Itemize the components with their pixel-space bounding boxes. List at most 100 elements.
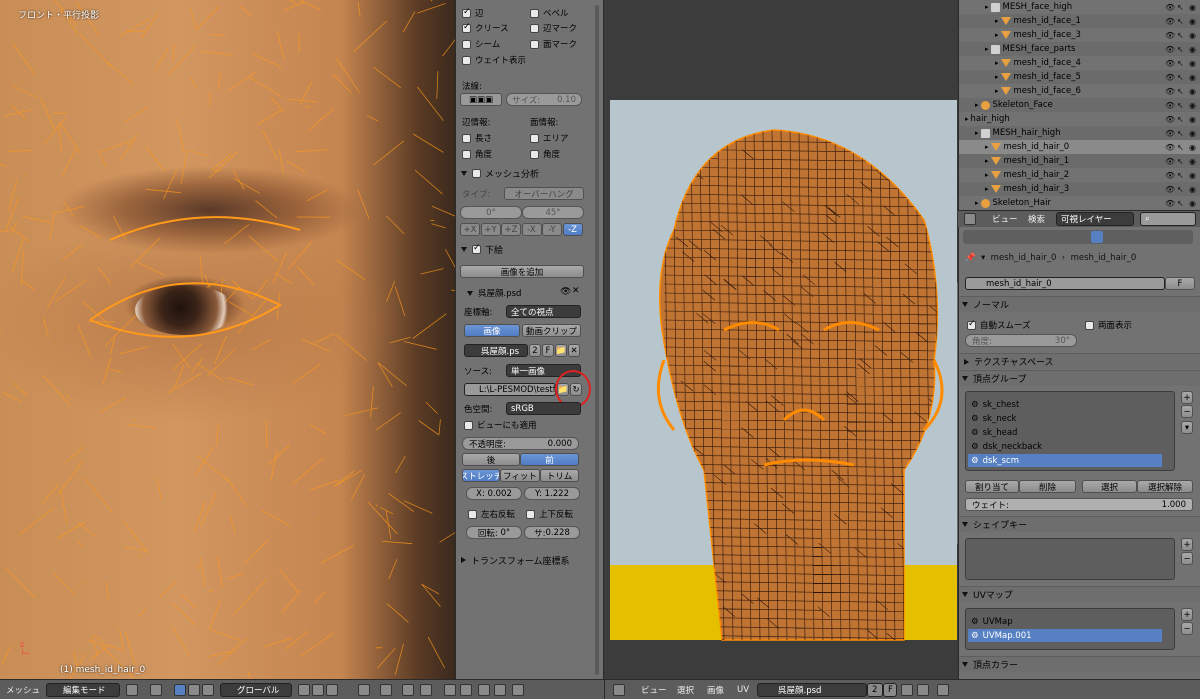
offset-y-field[interactable]: Y: 1.222: [524, 487, 580, 500]
render-icon[interactable]: ◉: [1189, 59, 1196, 68]
render-icon[interactable]: ◉: [1189, 157, 1196, 166]
outliner-row[interactable]: ▸ mesh_id_hair_1 👁 ↖ ◉: [959, 154, 1200, 168]
select-icon[interactable]: ↖: [1177, 87, 1184, 96]
vertex-group-item[interactable]: ⚙ sk_head: [968, 426, 1162, 439]
axis-button[interactable]: -Y: [542, 223, 562, 236]
image-editor-viewport[interactable]: [604, 0, 957, 679]
outliner-row[interactable]: ▸ mesh_id_hair_0 👁 ↖ ◉: [959, 140, 1200, 154]
expand-icon[interactable]: ▸: [985, 171, 989, 179]
pin-image-icon[interactable]: [937, 684, 949, 696]
stretch-button[interactable]: ストレッチ: [462, 469, 500, 482]
mode-select[interactable]: 編集モード: [46, 683, 120, 697]
pivot-icon[interactable]: [150, 684, 162, 696]
overlay-edge-mark[interactable]: 辺マーク: [530, 21, 603, 35]
select-icon[interactable]: ↖: [1177, 59, 1184, 68]
visibility-icon[interactable]: 👁: [1165, 157, 1175, 166]
expand-icon[interactable]: ▸: [995, 31, 999, 39]
add-shape-key-icon[interactable]: +: [1181, 538, 1193, 551]
axis-button[interactable]: +Z: [501, 223, 521, 236]
open-folder-icon[interactable]: 📁: [555, 344, 567, 357]
select-icon[interactable]: ↖: [1177, 73, 1184, 82]
remove-button[interactable]: 削除: [1019, 480, 1076, 493]
image-users-center[interactable]: 2: [867, 683, 883, 697]
render-icon[interactable]: ◉: [1189, 185, 1196, 194]
editor-type-icon-center[interactable]: [613, 684, 625, 696]
double-sided-checkbox[interactable]: 両面表示: [1085, 318, 1200, 332]
select-icon[interactable]: ↖: [1177, 185, 1184, 194]
remove-group-icon[interactable]: −: [1181, 405, 1193, 418]
uv-map-item[interactable]: ⚙ UVMap: [968, 615, 1162, 628]
front-button[interactable]: 前: [520, 453, 579, 466]
outliner-row[interactable]: ▸ hair_high 👁 ↖ ◉: [959, 112, 1200, 126]
render-icon[interactable]: ◉: [1189, 143, 1196, 152]
search-input[interactable]: ⌕: [1140, 212, 1196, 226]
apply-view-checkbox[interactable]: ビューにも適用: [464, 418, 603, 432]
outliner-row[interactable]: ▸ MESH_face_parts 👁 ↖ ◉: [959, 42, 1200, 56]
visibility-icon[interactable]: 👁: [1165, 101, 1175, 110]
data-tab-icon[interactable]: [1091, 231, 1103, 243]
close-icon[interactable]: ✕: [572, 286, 580, 296]
weight-field[interactable]: ウェイト: 1.000: [965, 498, 1193, 511]
visibility-icon[interactable]: 👁: [1165, 17, 1175, 26]
outliner-row[interactable]: ▸ mesh_id_face_5 👁 ↖ ◉: [959, 70, 1200, 84]
expand-icon[interactable]: ▸: [975, 129, 979, 137]
select-icon[interactable]: ↖: [1177, 171, 1184, 180]
bg-image-header[interactable]: 呉屋顔.psd: [464, 286, 603, 300]
trim-button[interactable]: トリム: [540, 469, 579, 482]
transform-orientation-select[interactable]: グローバル: [220, 683, 292, 697]
outliner-row[interactable]: ▸ mesh_id_face_4 👁 ↖ ◉: [959, 56, 1200, 70]
shape-keys-panel[interactable]: シェイプキー: [959, 516, 1200, 532]
offset-x-field[interactable]: X: 0.002: [466, 487, 522, 500]
outliner-row[interactable]: ▸ mesh_id_hair_2 👁 ↖ ◉: [959, 168, 1200, 182]
transform-orientation-header[interactable]: トランスフォーム座標系: [458, 553, 601, 567]
expand-icon[interactable]: ▸: [985, 157, 989, 165]
vertex-groups-panel[interactable]: 頂点グループ: [959, 370, 1200, 386]
image-select[interactable]: 呉屋顔.psd: [757, 683, 867, 697]
render-icon[interactable]: ◉: [1189, 31, 1196, 40]
render-icon[interactable]: ◉: [1189, 129, 1196, 138]
filepath-field[interactable]: L:\L-PESMOD\testf...: [464, 383, 556, 396]
visibility-icon[interactable]: 👁: [1165, 129, 1175, 138]
render-icon[interactable]: ◉: [1189, 171, 1196, 180]
select-icon[interactable]: ↖: [1177, 143, 1184, 152]
render-icon[interactable]: ◉: [1189, 3, 1196, 12]
viewport-front[interactable]: フロント・平行投影 (1) mesh_id_hair_0 z └─: [0, 0, 455, 679]
visibility-icon[interactable]: 👁: [1165, 3, 1175, 12]
expand-icon[interactable]: ▸: [995, 17, 999, 25]
uv-map-item[interactable]: ⚙ UVMap.001: [968, 629, 1162, 642]
select-button[interactable]: 選択: [1082, 480, 1137, 493]
render-icon[interactable]: ◉: [1189, 199, 1196, 208]
select-icon[interactable]: ↖: [1177, 45, 1184, 54]
display-mode-select[interactable]: 可視レイヤー: [1056, 212, 1134, 226]
open-image-icon[interactable]: [917, 684, 929, 696]
view-menu-center[interactable]: ビュー: [641, 683, 667, 697]
remove-shape-key-icon[interactable]: −: [1181, 552, 1193, 565]
max-angle-field[interactable]: 45°: [522, 206, 584, 219]
min-angle-field[interactable]: 0°: [460, 206, 522, 219]
background-images-header[interactable]: 下絵: [458, 242, 601, 256]
render-icon[interactable]: ◉: [1189, 101, 1196, 110]
info-area[interactable]: エリア: [530, 131, 603, 145]
axis-select[interactable]: 全ての視点: [506, 305, 581, 318]
select-icon[interactable]: ↖: [1177, 3, 1184, 12]
uv-menu[interactable]: UV: [737, 683, 749, 697]
flip-y-checkbox[interactable]: 上下反転: [526, 507, 603, 521]
colorspace-select[interactable]: sRGB: [506, 402, 581, 415]
mesh-menu[interactable]: メッシュ: [6, 683, 40, 697]
axis-button[interactable]: -Z: [562, 223, 583, 236]
outliner[interactable]: ▸ MESH_face_high 👁 ↖ ◉ ▸ mesh_id_face_1 👁 ↖ ◉ ▸ mes…: [958, 0, 1200, 210]
select-icon[interactable]: ↖: [1177, 199, 1184, 208]
visibility-icon[interactable]: 👁: [1165, 143, 1175, 152]
search-menu[interactable]: 検索: [1028, 212, 1045, 226]
visibility-icon[interactable]: 👁: [1165, 87, 1175, 96]
info-face-angle[interactable]: 角度: [530, 147, 603, 161]
shape-key-list[interactable]: [965, 538, 1175, 580]
editor-type-icon[interactable]: [964, 213, 976, 225]
proportional-edit-icon[interactable]: [358, 684, 370, 696]
mesh-analysis-header[interactable]: メッシュ分析: [458, 166, 601, 180]
visibility-icon[interactable]: 👁: [1165, 171, 1175, 180]
image-browse-field[interactable]: 呉屋顔.ps: [464, 344, 528, 357]
normal-size-field[interactable]: サイズ: 0.10: [506, 93, 582, 106]
select-icon[interactable]: ↖: [1177, 115, 1184, 124]
fake-user-button-right[interactable]: F: [1165, 277, 1195, 290]
